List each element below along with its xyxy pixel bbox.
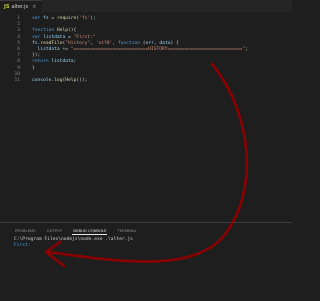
code-editor[interactable]: 1 var fs = require('fs'); 2 3 function Help(… (0, 12, 292, 220)
code-line[interactable]: 9} (0, 66, 292, 72)
editor-tab-bar: JS alter.js × (0, 0, 292, 12)
line-number: 11 (14, 78, 20, 83)
line-number: 8 (17, 59, 20, 65)
line-number: 3 (17, 28, 20, 34)
tab-problems[interactable]: Problems (14, 227, 37, 235)
line-number: 5 (17, 40, 20, 46)
code-line[interactable]: 8 return listdata; (0, 59, 292, 65)
code-token: } (32, 65, 35, 71)
debug-console-command: C:\Program Files\nodejs\node.exe .\alter… (14, 237, 133, 242)
code-token: readFile (40, 40, 63, 46)
code-token: listdata (51, 59, 74, 65)
code-token: 'fs' (79, 16, 91, 21)
code-token: var (32, 16, 44, 21)
code-token: = (65, 34, 74, 40)
line-number: 4 (17, 34, 20, 40)
code-text: fs.readFile("History", 'utf8', function … (32, 41, 179, 47)
code-line[interactable]: 3 function Help(){ (0, 28, 292, 34)
code-text: listdata += "===========================… (32, 47, 248, 53)
code-line[interactable]: 6 listdata += "=========================… (0, 47, 292, 53)
tab-alter-js[interactable]: JS alter.js × (0, 0, 43, 12)
code-line[interactable]: 10 (0, 72, 292, 78)
code-token: console (32, 78, 52, 83)
code-token: listdata (37, 47, 60, 52)
code-token: ); (90, 16, 96, 21)
code-token: data (159, 40, 171, 46)
close-icon[interactable]: × (32, 4, 36, 10)
code-line[interactable]: 5 fs.readFile("History", 'utf8', function… (0, 41, 292, 47)
code-token: ()); (76, 78, 88, 83)
line-number: 10 (14, 71, 20, 77)
code-token: function (117, 40, 143, 46)
code-token: = (48, 16, 57, 21)
code-text: var fs = require('fs'); (32, 16, 96, 22)
code-text: console.log(Help()); (32, 78, 87, 84)
line-number: 9 (17, 65, 20, 71)
debug-console-output: First: (14, 243, 31, 248)
code-token: "===========================HISTORY=====… (70, 47, 246, 52)
code-token: ; (245, 47, 248, 52)
code-token: return (32, 59, 52, 65)
code-text: var listdata = "First:" (32, 35, 96, 41)
code-line[interactable]: 11 console.log(Help()); (0, 78, 292, 84)
code-token: }); (32, 53, 41, 59)
code-token: Help (56, 28, 68, 34)
code-text: function Help(){ (32, 28, 76, 34)
code-token: "History" (65, 40, 91, 46)
code-token: += (59, 47, 71, 52)
bottom-panel: Problems Output Debug Console Terminal C:\P… (0, 222, 292, 301)
javascript-file-icon: JS (4, 3, 10, 10)
code-token: 'utf8' (95, 40, 113, 46)
code-token: ) { (170, 40, 179, 46)
code-text: return listdata; (32, 59, 76, 65)
tab-label: alter.js (11, 3, 29, 10)
code-token: require (56, 16, 77, 21)
code-token: var (32, 34, 44, 40)
code-token: err (145, 40, 154, 46)
code-line[interactable]: 4 var listdata = "First:" (0, 35, 292, 41)
code-token: ; (73, 59, 77, 65)
code-token: Help (65, 78, 77, 83)
tab-output[interactable]: Output (46, 227, 63, 235)
code-token: function (32, 28, 57, 34)
code-line[interactable]: 1 var fs = require('fs'); (0, 16, 292, 22)
tab-terminal[interactable]: Terminal (116, 227, 137, 235)
code-text: } (32, 66, 35, 72)
code-token: (){ (67, 28, 77, 34)
code-token: listdata (43, 34, 66, 40)
panel-tabs: Problems Output Debug Console Terminal (14, 227, 138, 235)
tab-debug-console[interactable]: Debug Console (72, 227, 108, 235)
code-token: "First:" (73, 34, 96, 40)
